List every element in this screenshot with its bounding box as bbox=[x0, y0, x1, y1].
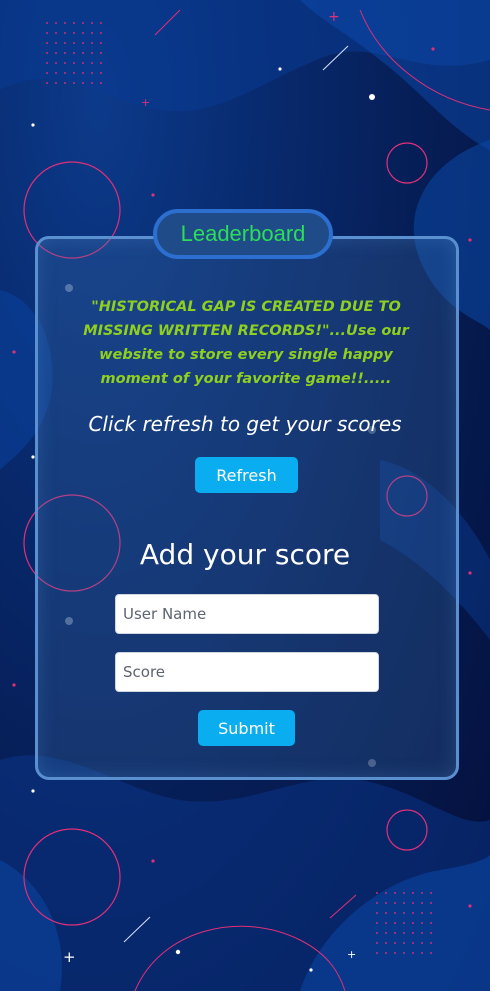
svg-text:+: + bbox=[347, 948, 356, 961]
refresh-button[interactable]: Refresh bbox=[195, 457, 298, 493]
svg-text:+: + bbox=[141, 96, 150, 109]
leaderboard-title: Leaderboard bbox=[180, 221, 306, 246]
add-score-title: Add your score bbox=[139, 538, 351, 571]
leaderboard-title-badge: Leaderboard bbox=[153, 209, 333, 259]
svg-text:+: + bbox=[328, 9, 340, 25]
svg-text:+: + bbox=[63, 948, 76, 966]
user-name-input[interactable] bbox=[115, 594, 379, 634]
intro-quote: "HISTORICAL GAP IS CREATED DUE TO MISSIN… bbox=[83, 299, 409, 387]
submit-button[interactable]: Submit bbox=[198, 710, 295, 746]
refresh-prompt: Click refresh to get your scores bbox=[88, 412, 402, 436]
score-input[interactable] bbox=[115, 652, 379, 692]
